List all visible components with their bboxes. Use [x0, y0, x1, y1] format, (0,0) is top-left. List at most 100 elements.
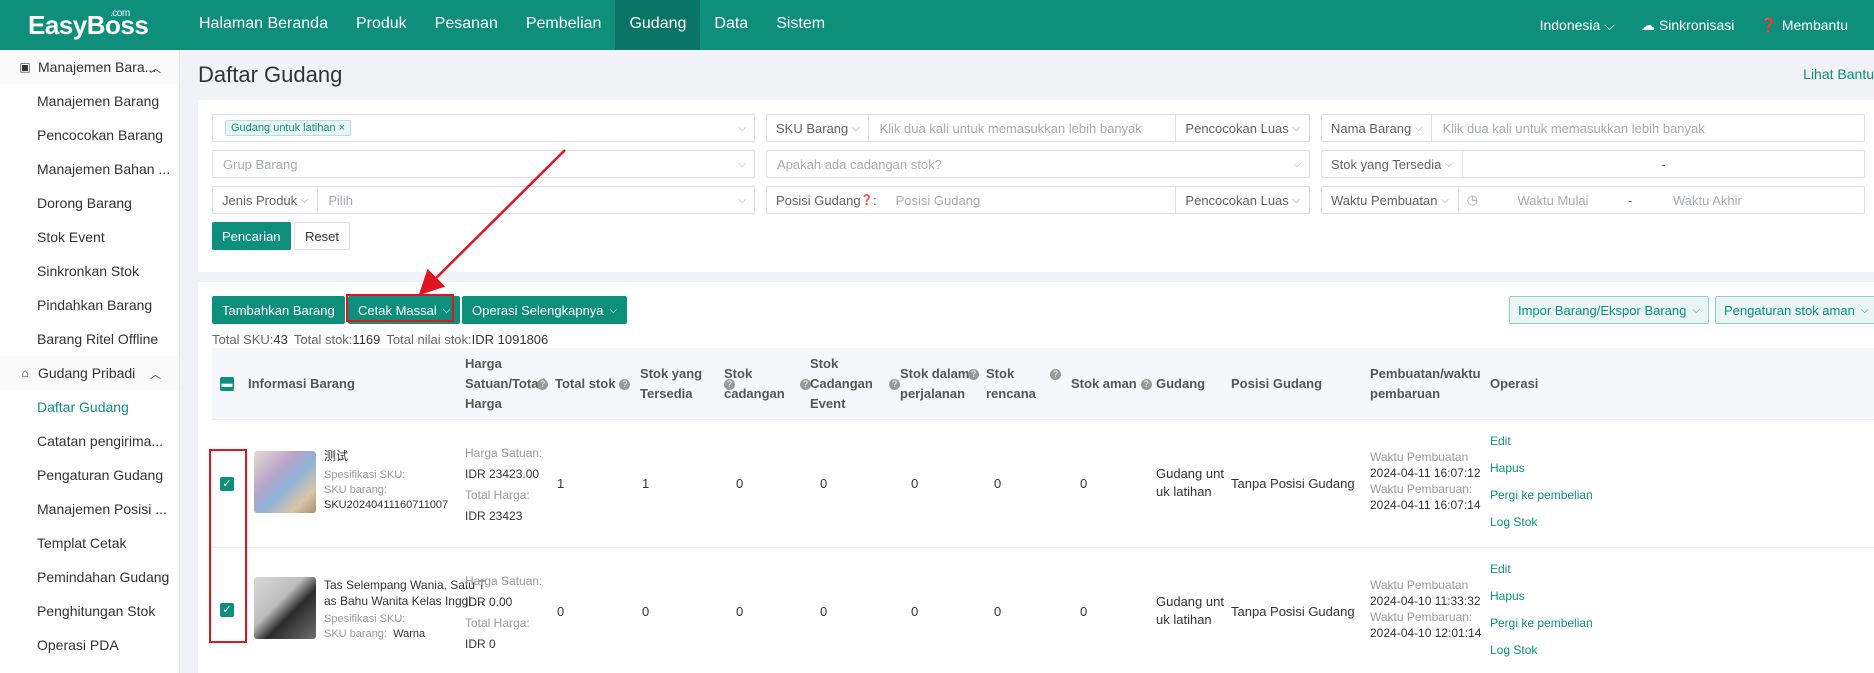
sidebar-item-materials[interactable]: Manajemen Bahan ...: [0, 152, 179, 186]
plan-stock: 0: [994, 476, 1002, 491]
edit-link[interactable]: Edit: [1490, 428, 1593, 455]
sidebar-item-print-template[interactable]: Templat Cetak: [0, 526, 179, 560]
sidebar-group-goods[interactable]: ▣ Manajemen Bara... ︿: [0, 50, 179, 84]
stock-log-link[interactable]: Log Stok: [1490, 509, 1593, 536]
sidebar-item-goods-management[interactable]: Manajemen Barang: [0, 84, 179, 118]
nav-warehouse[interactable]: Gudang: [615, 0, 701, 50]
help-label: Membantu: [1781, 17, 1848, 33]
range-separator: -: [1661, 156, 1666, 172]
go-purchase-link[interactable]: Pergi ke pembelian: [1490, 610, 1593, 637]
updated-label: Waktu Pembaruan:: [1370, 482, 1473, 496]
sidebar-item-offline-retail[interactable]: Barang Ritel Offline: [0, 322, 179, 356]
top-navbar: EasyBoss .com Halaman Beranda Produk Pesa…: [0, 0, 1874, 50]
sync-button[interactable]: ☁ Sinkronisasi: [1641, 17, 1734, 34]
sidebar-item-position-management[interactable]: Manajemen Posisi ...: [0, 492, 179, 526]
sidebar-group-label: Manajemen Bara...: [38, 59, 157, 75]
warehouse-tag[interactable]: Gudang untuk latihan ×: [225, 120, 352, 136]
warehouse-select[interactable]: Gudang untuk latihan × ⌵: [212, 114, 755, 142]
sidebar-item-warehouse-settings[interactable]: Pengaturan Gudang: [0, 458, 179, 492]
sidebar-item-stock-count[interactable]: Penghitungan Stok: [0, 594, 179, 628]
chevron-down-icon: ⌵: [738, 158, 746, 170]
search-button[interactable]: Pencarian: [212, 222, 291, 250]
start-time-input[interactable]: Waktu Mulai: [1478, 193, 1628, 208]
time-type-select[interactable]: Waktu Pembuatan ⌵: [1322, 187, 1459, 213]
nav-order[interactable]: Pesanan: [421, 0, 512, 50]
price-cell: Harga Satuan: IDR 23423.00 Total Harga: …: [465, 443, 542, 527]
group-select[interactable]: Grup Barang ⌵: [212, 150, 755, 178]
sku-code-label: SKU barang:: [324, 628, 387, 640]
nav-system[interactable]: Sistem: [762, 0, 839, 50]
chevron-down-icon: ⌵: [738, 194, 746, 206]
total-value-value: IDR 1091806: [471, 332, 549, 347]
close-icon[interactable]: ×: [339, 122, 345, 134]
table-row: ✓ 测试 Spesifikasi SKU: SKU barang: SKU202…: [212, 421, 1874, 548]
sidebar-item-warehouse-transfer[interactable]: Pemindahan Gudang: [0, 560, 179, 594]
name-type-select[interactable]: Nama Barang ⌵: [1322, 115, 1433, 141]
sidebar-item-goods-matching[interactable]: Pencocokan Barang: [0, 118, 179, 152]
more-operations-button[interactable]: Operasi Selengkapnya ⌵: [462, 296, 628, 324]
col-available: Stok yang Tersedia: [640, 366, 703, 401]
sidebar-item-move-goods[interactable]: Pindahkan Barang: [0, 288, 179, 322]
reserve-select[interactable]: Apakah ada cadangan stok? ⌵: [766, 150, 1310, 178]
col-time: Pembuatan/waktu pembaruan: [1370, 366, 1481, 401]
product-thumbnail[interactable]: [254, 577, 316, 639]
sku-input[interactable]: Klik dua kali untuk memasukkan lebih ban…: [869, 121, 1175, 136]
sku-match-select[interactable]: Pencocokan Luas ⌵: [1175, 115, 1309, 141]
edit-link[interactable]: Edit: [1490, 556, 1593, 583]
position-match-select[interactable]: Pencocokan Luas ⌵: [1175, 187, 1309, 213]
col-safe: Stok aman?: [1071, 374, 1152, 394]
sidebar-item-pda[interactable]: Operasi PDA: [0, 628, 179, 662]
col-ops: Operasi: [1490, 376, 1539, 391]
annotation-highlight-print: [346, 294, 454, 322]
sidebar-item-event-stock[interactable]: Stok Event: [0, 220, 179, 254]
question-icon: ❓: [860, 194, 874, 206]
col-transit: Stok dalam perjalanan: [900, 366, 970, 401]
sidebar: ▣ Manajemen Bara... ︿ Manajemen Barang Pen…: [0, 50, 180, 673]
product-thumbnail[interactable]: [254, 451, 316, 513]
select-all-checkbox[interactable]: ▬: [220, 377, 234, 391]
time-type-label: Waktu Pembuatan: [1331, 192, 1438, 208]
reset-button[interactable]: Reset: [294, 222, 350, 250]
nav-product[interactable]: Produk: [342, 0, 421, 50]
reserve-help-icon: ?: [796, 374, 811, 394]
nav-data[interactable]: Data: [700, 0, 762, 50]
created-value: 2024-04-11 16:07:12: [1370, 466, 1481, 480]
logo-sup: .com: [110, 8, 130, 19]
col-position: Posisi Gudang: [1231, 376, 1323, 391]
warehouse-position: Tanpa Posisi Gudang: [1231, 604, 1355, 619]
product-type-select[interactable]: Pilih: [318, 193, 363, 208]
sku-type-select[interactable]: SKU Barang ⌵: [767, 115, 870, 141]
sidebar-item-sync-stock[interactable]: Sinkronkan Stok: [0, 254, 179, 288]
product-type-label: Jenis Produk: [222, 192, 298, 208]
sidebar-item-warehouse-list[interactable]: Daftar Gudang: [0, 390, 179, 424]
sidebar-item-shipping-records[interactable]: Catatan pengirima...: [0, 424, 179, 458]
help-link[interactable]: Lihat Bantu: [1803, 66, 1874, 82]
product-name[interactable]: 测试: [324, 447, 464, 465]
nav-purchase[interactable]: Pembelian: [512, 0, 616, 50]
delete-link[interactable]: Hapus: [1490, 583, 1593, 610]
sidebar-group-private-warehouse[interactable]: ⌂ Gudang Pribadi ︿: [0, 356, 179, 390]
position-input[interactable]: Posisi Gudang: [886, 193, 1176, 208]
col-reserve: Stok cadangan: [724, 366, 785, 401]
safe-stock-settings-button[interactable]: Pengaturan stok aman ⌵: [1715, 296, 1874, 324]
position-label-box: Posisi Gudang ❓:: [776, 192, 877, 208]
stock-log-link[interactable]: Log Stok: [1490, 637, 1593, 664]
language-select[interactable]: Indonesia ⌵: [1540, 17, 1615, 34]
help-button[interactable]: ❓ Membantu: [1760, 17, 1848, 34]
add-goods-button[interactable]: Tambahkan Barang: [212, 296, 345, 324]
nav-home[interactable]: Halaman Beranda: [185, 0, 342, 50]
reserve-stock: 0: [736, 476, 744, 491]
import-export-button[interactable]: Impor Barang/Ekspor Barang ⌵: [1509, 296, 1709, 324]
top-right-tools: Indonesia ⌵ ☁ Sinkronisasi ❓ Membantu: [1540, 0, 1848, 50]
logo[interactable]: EasyBoss .com: [28, 8, 149, 41]
sidebar-item-push-goods[interactable]: Dorong Barang: [0, 186, 179, 220]
name-type-label: Nama Barang: [1331, 120, 1412, 136]
product-type-label-box[interactable]: Jenis Produk ⌵: [213, 187, 319, 213]
total-sku-summary: Total SKU:43: [212, 332, 288, 347]
go-purchase-link[interactable]: Pergi ke pembelian: [1490, 482, 1593, 509]
name-input[interactable]: Klik dua kali untuk memasukkan lebih ban…: [1432, 121, 1714, 136]
end-time-input[interactable]: Waktu Akhir: [1632, 193, 1782, 208]
chevron-up-icon: ︿: [150, 369, 161, 381]
delete-link[interactable]: Hapus: [1490, 455, 1593, 482]
available-type-select[interactable]: Stok yang Tersedia ⌵: [1322, 151, 1463, 177]
